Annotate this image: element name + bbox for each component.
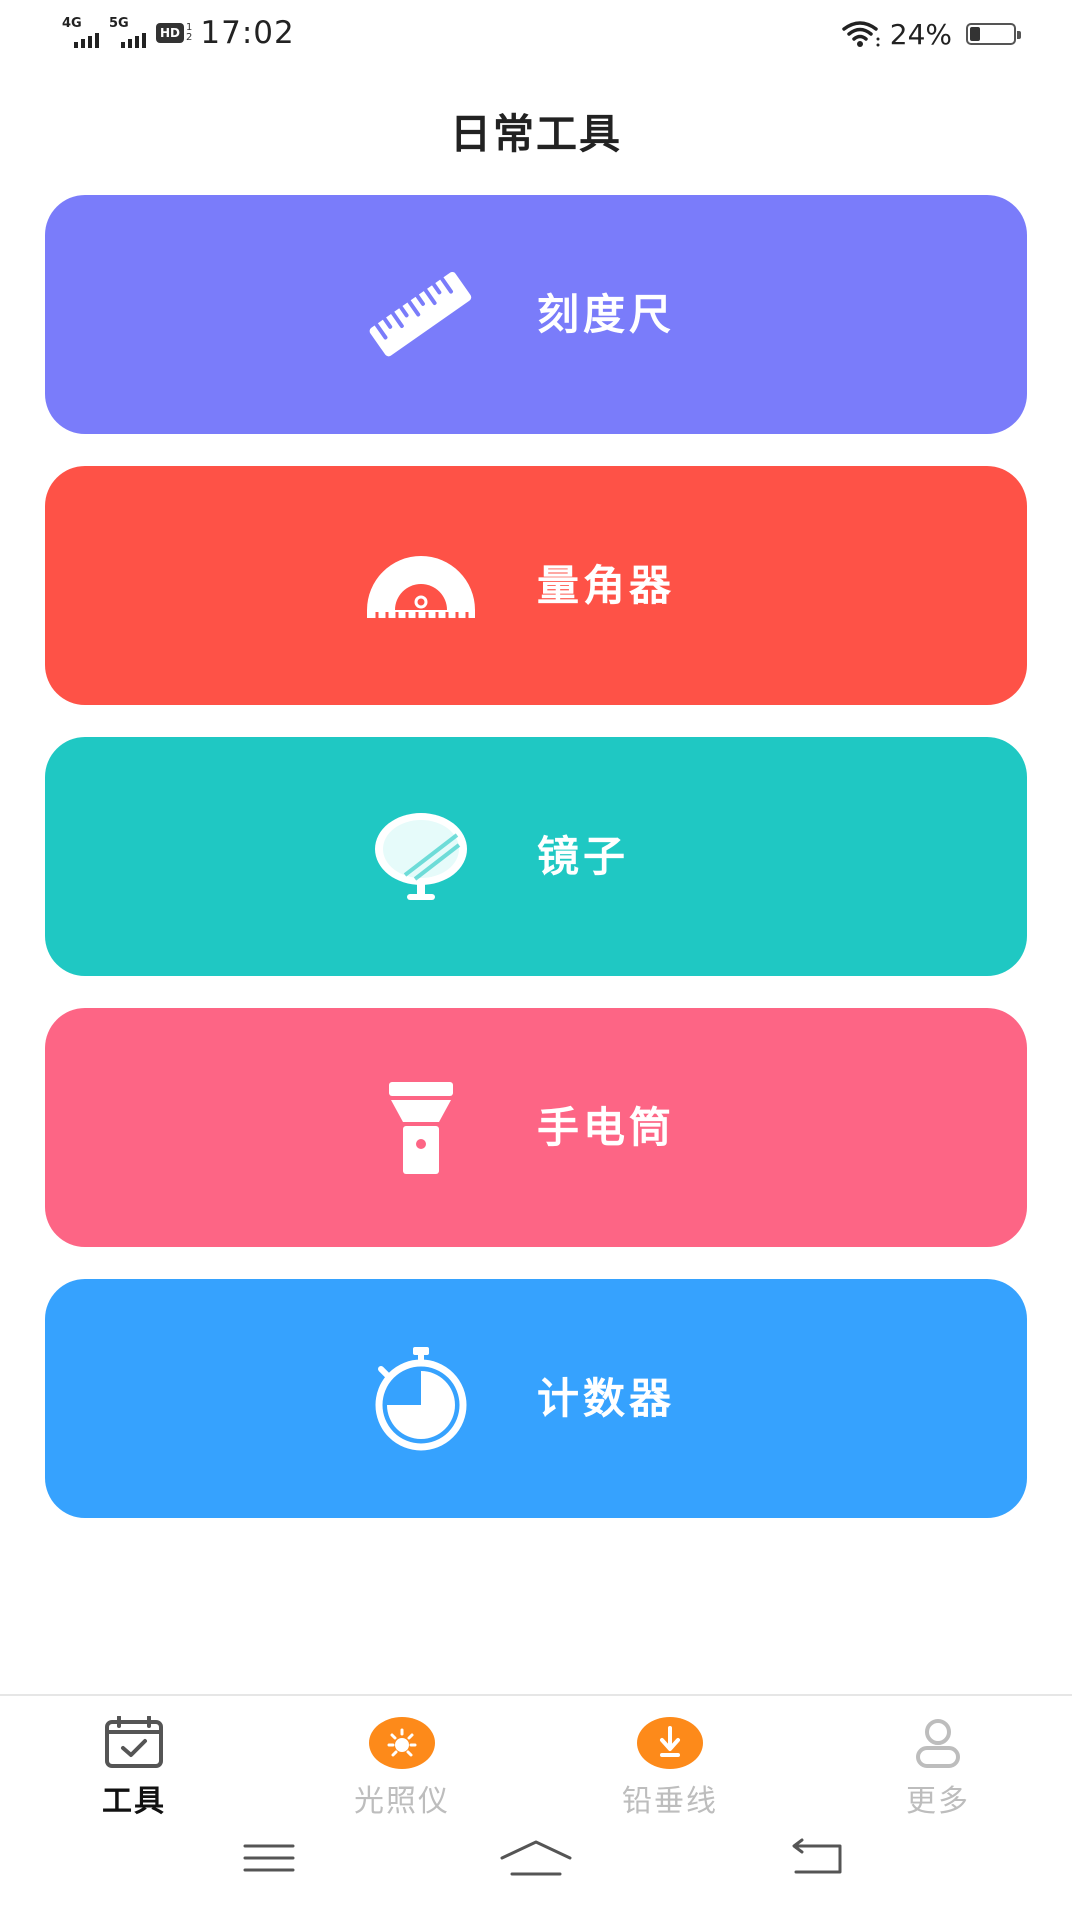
tool-label: 镜子 [537,832,630,881]
back-icon[interactable] [778,1834,858,1884]
tool-label: 计数器 [537,1374,676,1423]
mirror-icon [375,813,467,900]
bottom-nav: 工具 光照仪 铅垂线 更多 [0,1694,1072,1819]
sun-icon [367,1716,437,1770]
page-title: 日常工具 [450,110,622,158]
nav-item-plumb-line[interactable]: 铅垂线 [570,1716,770,1820]
hd-label: HD [156,23,185,43]
network-label-1: 4G [62,16,82,31]
signal-bars-icon [74,30,99,48]
tool-card-counter[interactable]: 计数器 [45,1279,1027,1518]
tool-card-flashlight[interactable]: 手电筒 [45,1008,1027,1247]
nav-item-more[interactable]: 更多 [838,1716,1038,1820]
user-icon [903,1716,973,1770]
signal-bars-icon [121,30,146,48]
tool-list: 刻度尺 量角器 镜子 手电筒 计数器 [45,195,1027,1550]
status-bar-right: 24% [840,16,1021,52]
status-bar-left: 4G 5G HD 12 17:02 [62,14,295,52]
hd-voice-icon: HD 12 [156,23,192,43]
tool-card-ruler[interactable]: 刻度尺 [45,195,1027,434]
tool-label: 手电筒 [537,1103,676,1152]
signal-5g: 5G [109,16,146,48]
signal-4g: 4G [62,16,99,48]
status-bar: 4G 5G HD 12 17:02 24% [0,0,1072,66]
nav-item-tools[interactable]: 工具 [34,1715,234,1820]
network-label-2: 5G [109,16,129,31]
tool-card-protractor[interactable]: 量角器 [45,466,1027,705]
protractor-icon [367,556,475,618]
stopwatch-icon [375,1347,467,1451]
battery-icon [966,23,1021,45]
plumb-arrow-icon [635,1716,705,1770]
tool-label: 刻度尺 [537,290,676,339]
wifi-icon [842,21,880,47]
ruler-icon [369,272,472,357]
home-icon[interactable] [496,1834,576,1884]
battery-percent: 24% [889,17,952,51]
nav-item-light-meter[interactable]: 光照仪 [302,1716,502,1820]
hd-sub-bottom: 2 [186,32,193,43]
tool-card-mirror[interactable]: 镜子 [45,737,1027,976]
calendar-check-icon [99,1715,169,1770]
flashlight-icon [389,1082,453,1174]
menu-icon[interactable] [229,1834,309,1884]
clock: 17:02 [200,15,295,51]
tool-label: 量角器 [537,561,676,610]
system-nav-bar [0,1812,1072,1912]
hd-sub: 12 [186,23,192,43]
